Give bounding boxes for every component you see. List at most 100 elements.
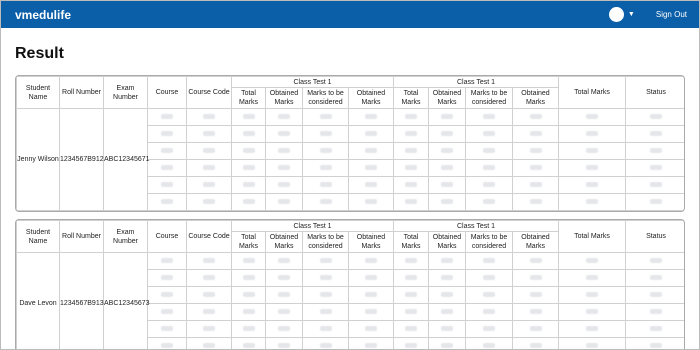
redacted-value (319, 147, 332, 153)
redacted-value (161, 181, 173, 187)
header-ct2-total-marks: Total Marks (393, 87, 429, 109)
header-ct2-obtained-marks-2: Obtained Marks (512, 231, 559, 253)
table-cell (558, 269, 626, 287)
table-cell (186, 303, 232, 321)
redacted-value (365, 113, 377, 119)
redacted-value (441, 325, 453, 331)
table-cell (512, 337, 559, 349)
table-cell (231, 303, 266, 321)
table-cell (512, 320, 559, 338)
table-cell (428, 193, 466, 211)
redacted-value (650, 257, 662, 263)
table-cell (231, 337, 266, 349)
redacted-value (650, 147, 662, 153)
table-cell (512, 142, 559, 160)
sign-out-link[interactable]: Sign Out (656, 10, 687, 19)
redacted-value (242, 181, 255, 187)
redacted-value (650, 291, 662, 297)
redacted-value (405, 130, 417, 136)
header-ct1-obtained-marks-2: Obtained Marks (348, 231, 394, 253)
table-cell (393, 337, 429, 349)
redacted-value (483, 291, 495, 297)
table-cell (428, 303, 466, 321)
redacted-value (650, 198, 662, 204)
header-student-name: Student Name (16, 76, 60, 109)
table-cell (186, 142, 232, 160)
redacted-value (242, 147, 255, 153)
table-cell (147, 159, 187, 177)
redacted-value (278, 130, 290, 136)
table-cell (231, 108, 266, 126)
table-row: Jenny Wilson 1234567B912 ABC12345671 (16, 108, 684, 211)
table-cell (302, 142, 349, 160)
avatar[interactable] (608, 7, 624, 22)
table-cell (428, 142, 466, 160)
page-title: Result (15, 45, 64, 62)
table-cell (348, 269, 394, 287)
redacted-value (405, 291, 417, 297)
redacted-value (161, 325, 173, 331)
redacted-value (441, 113, 453, 119)
redacted-value (529, 130, 542, 136)
app-window: vmedulife ▼ Sign Out Result Student Name… (0, 0, 700, 350)
redacted-value (405, 308, 417, 314)
redacted-value (203, 147, 215, 153)
table-cell (428, 286, 466, 304)
table-cell (186, 320, 232, 338)
redacted-value (650, 308, 662, 314)
redacted-value (586, 342, 598, 348)
table-cell (265, 125, 303, 143)
redacted-value (161, 113, 173, 119)
table-cell (231, 320, 266, 338)
redacted-value (242, 113, 255, 119)
redacted-value (203, 181, 215, 187)
table-cell (348, 108, 394, 126)
redacted-value (242, 130, 255, 136)
redacted-value (365, 291, 377, 297)
table-cell (186, 337, 232, 349)
table-cell (231, 286, 266, 304)
redacted-value (529, 164, 542, 170)
table-cell (348, 337, 394, 349)
redacted-value (203, 113, 215, 119)
redacted-value (405, 257, 417, 263)
redacted-value (441, 147, 453, 153)
redacted-value (586, 325, 598, 331)
table-row: Dave Levon 1234567B913 ABC12345673 (16, 252, 684, 349)
redacted-value (203, 308, 215, 314)
table-cell (558, 303, 626, 321)
redacted-value (586, 113, 598, 119)
header-course: Course (147, 76, 187, 109)
redacted-value (365, 274, 377, 280)
redacted-value (161, 274, 173, 280)
redacted-value (203, 257, 215, 263)
redacted-value (405, 198, 417, 204)
redacted-value (365, 181, 377, 187)
exam-number-cell: ABC12345671 (103, 108, 150, 211)
table-cell (558, 176, 626, 194)
header-ct2-marks-considered: Marks to be considered (465, 231, 513, 253)
header-ct1-marks-considered: Marks to be considered (302, 87, 349, 109)
table-cell (265, 269, 303, 287)
redacted-value (203, 198, 215, 204)
table-cell (265, 286, 303, 304)
exam-number-cell: ABC12345673 (103, 252, 150, 349)
table-cell (393, 286, 429, 304)
redacted-value (483, 113, 495, 119)
table-cell (231, 176, 266, 194)
table-cell (302, 320, 349, 338)
table-cell (265, 142, 303, 160)
chevron-down-icon[interactable]: ▼ (628, 11, 635, 18)
table-cell (465, 193, 513, 211)
table-cell (512, 303, 559, 321)
redacted-value (405, 164, 417, 170)
redacted-value (405, 147, 417, 153)
brand-logo[interactable]: vmedulife (15, 8, 71, 22)
table-cell (302, 269, 349, 287)
table-cell (428, 159, 466, 177)
table-cell (625, 142, 684, 160)
table-cell (428, 176, 466, 194)
table-cell (302, 159, 349, 177)
redacted-value (529, 342, 542, 348)
table-cell (186, 108, 232, 126)
